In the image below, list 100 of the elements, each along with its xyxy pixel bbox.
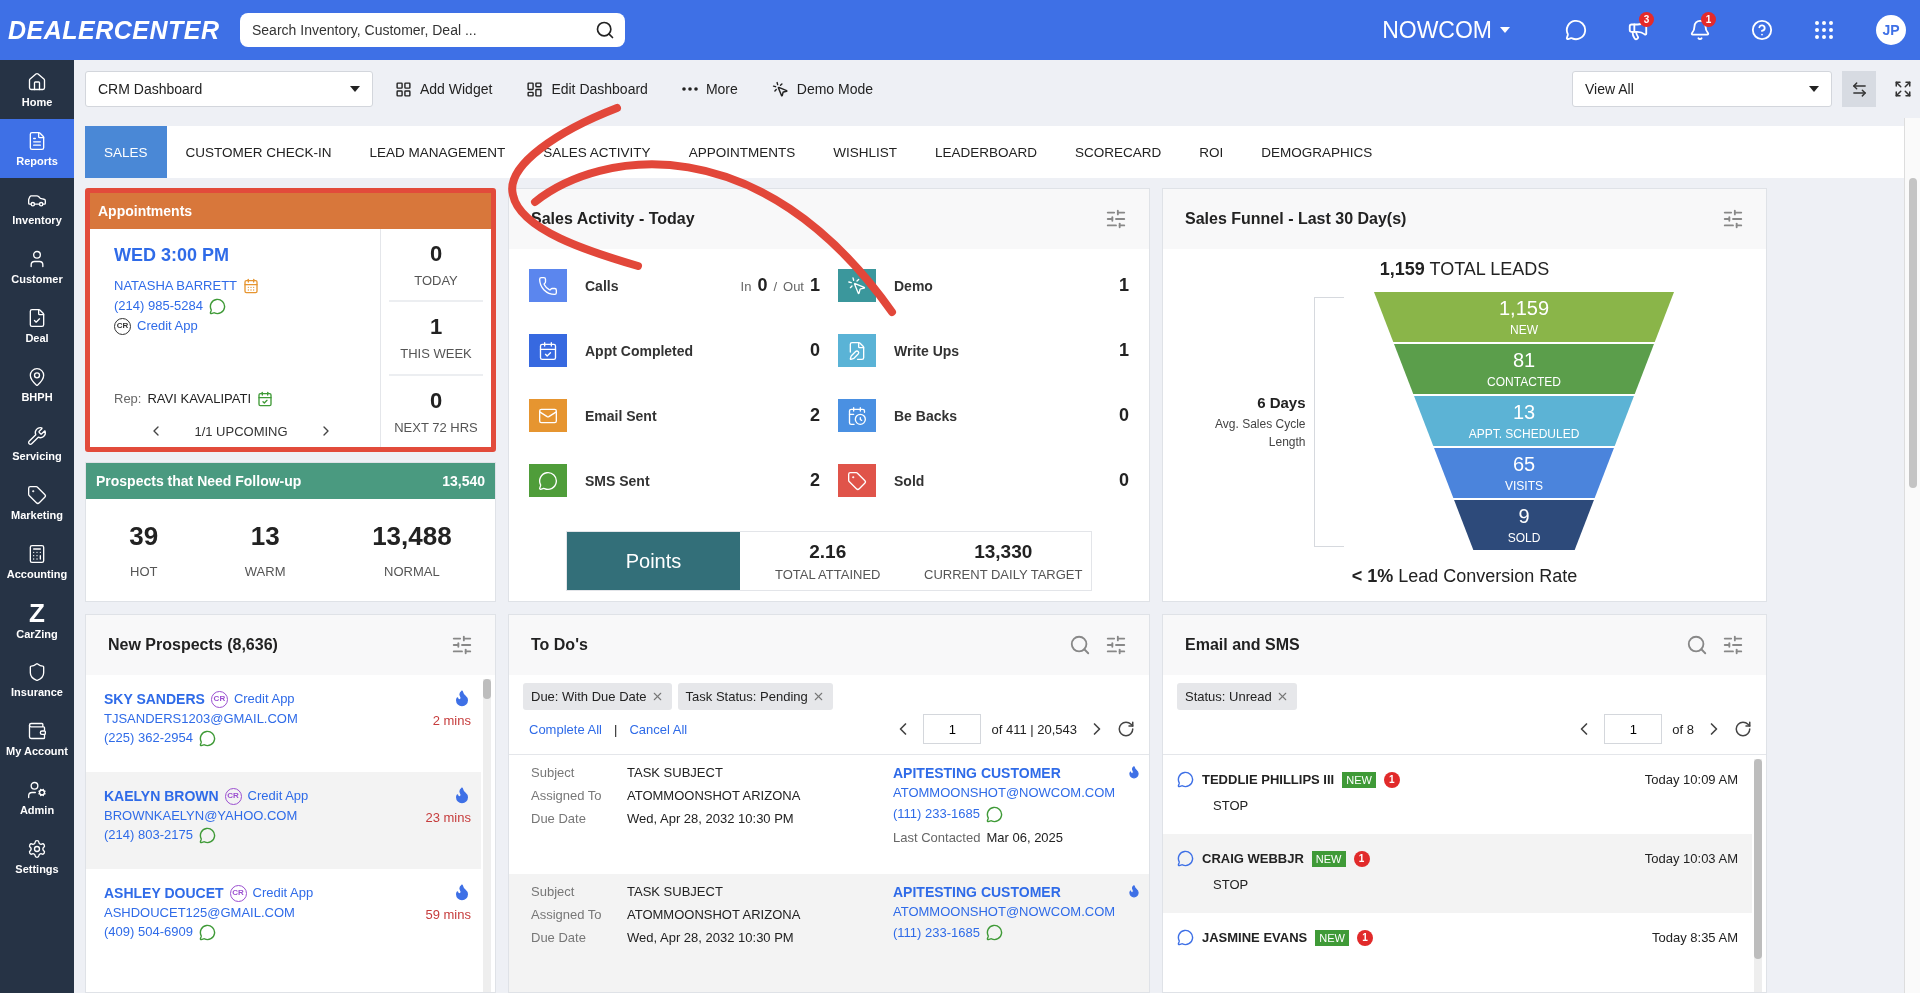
card-title: Appointments [90,193,491,229]
sms-icon[interactable] [1177,850,1194,867]
view-select[interactable]: View All [1572,71,1832,107]
sidebar-item[interactable]: Home [0,60,74,119]
sidebar-item[interactable]: Deal [0,296,74,355]
prospect-name[interactable]: SKY SANDERS [104,689,205,709]
refresh-button[interactable] [1734,720,1752,738]
points-caption: TOTAL ATTAINED [775,566,881,582]
sms-icon[interactable] [198,826,216,844]
sidebar-item[interactable]: Inventory [0,178,74,237]
sms-icon[interactable] [208,297,226,315]
sms-icon[interactable] [986,805,1003,823]
stat-label: TODAY [414,273,458,289]
page-field[interactable]: 1 [923,714,982,744]
tab[interactable]: CUSTOMER CHECK-IN [166,126,351,178]
sidebar-item[interactable]: Accounting [0,532,74,591]
message-row[interactable]: TEDDLIE PHILLIPS III NEW 1 Today 10:09 AM STOP [1163,755,1752,834]
toolbar-button[interactable]: Add Widget [383,71,505,107]
customer-link[interactable]: APITESTING CUSTOMER [893,765,1116,781]
sms-icon[interactable] [1177,771,1194,788]
email-link[interactable]: ATOMMOONSHOT@NOWCOM.COM [893,785,1116,800]
tab[interactable]: SCORECARD [1055,126,1181,178]
prospect-row[interactable]: SKY SANDERS CR Credit App TJSANDERS1203@GMAIL.COM (225) 362-2954 2 mins [86,675,481,772]
company-menu[interactable]: NOWCOM [1376,15,1516,45]
credit-app-link[interactable]: Credit App [233,689,295,709]
sidebar-item[interactable]: Insurance [0,650,74,709]
settings-icon[interactable] [451,634,473,656]
customer-link[interactable]: APITESTING CUSTOMER [893,883,1116,900]
sidebar-item[interactable]: Settings [0,827,74,886]
tab[interactable]: APPOINTMENTS [669,126,815,178]
email-link[interactable]: ATOMMOONSHOT@NOWCOM.COM [893,903,1116,919]
unread-count: 1 [1353,850,1370,867]
sidebar-item[interactable]: Reports [0,119,74,178]
sidebar-item[interactable]: Z CarZing [0,591,74,650]
todo-item[interactable]: Subject TASK SUBJECT Assigned To ATOMMOONSHOT ARIZONA Due Date Wed, Apr 28, 2032 10:30 PM APITESTING CUSTOMER ATOMMOONSHOT@NOWCOM.COM (111) 233-1685 Last Contacted Mar 06, 2025 [509,755,1149,874]
user-avatar[interactable]: JP [1876,15,1906,45]
sms-icon[interactable] [986,924,1003,941]
cycle-value: 6 Days [1257,393,1306,411]
dashboard-select[interactable]: CRM Dashboard [85,71,373,107]
toolbar-button[interactable]: Edit Dashboard [514,71,660,107]
credit-app-link[interactable]: Credit App [247,786,309,806]
phone-link[interactable]: (214) 985-5284 [114,296,203,316]
sidebar-item[interactable]: Admin [0,768,74,827]
appointment-time: WED 3:00 PM [114,245,231,266]
sidebar-item[interactable]: Customer [0,237,74,296]
tab[interactable]: LEAD MANAGEMENT [350,126,525,178]
page-field[interactable]: 1 [1604,714,1663,744]
email-link[interactable]: BROWNKAELYN@YAHOO.COM [104,808,309,823]
tab[interactable]: ROI [1180,126,1243,178]
prospect-row[interactable]: ASHLEY DOUCET CR Credit App ASHDOUCET125@GMAIL.COM (409) 504-6909 59 mins [86,869,481,966]
search-icon[interactable] [1686,634,1708,656]
tab[interactable]: DEMOGRAPHICS [1242,126,1392,178]
cancel-all-link[interactable]: Cancel All [629,721,688,737]
calendar-check-icon[interactable] [257,391,274,407]
field-value: Wed, Apr 28, 2032 10:30 PM [627,811,795,826]
settings-icon[interactable] [1722,634,1744,656]
tab[interactable]: SALES [85,126,167,178]
caret-icon [350,86,360,92]
prospect-name[interactable]: ASHLEY DOUCET [104,883,224,903]
sms-icon[interactable] [198,729,216,747]
credit-app-link[interactable]: Credit App [252,883,314,903]
credit-app-link[interactable]: Credit App [137,316,198,336]
toolbar-button[interactable]: Demo Mode [759,71,886,107]
sidebar-item[interactable]: Servicing [0,414,74,473]
settings-icon[interactable] [1105,208,1127,230]
message-row[interactable]: JASMINE EVANS NEW 1 Today 8:35 AM [1163,913,1752,992]
toolbar-button[interactable]: More [669,71,750,107]
todo-item[interactable]: Subject TASK SUBJECT Assigned To ATOMMOONSHOT ARIZONA Due Date Wed, Apr 28, 2032 10:30 PM APITESTING CUSTOMER ATOMMOONSHOT@NOWCOM.COM (111) 233-1685 [509,873,1149,992]
email-link[interactable]: TJSANDERS1203@GMAIL.COM [104,711,298,726]
calendar-icon[interactable] [243,278,260,294]
sidebar-item[interactable]: My Account [0,709,74,768]
tab[interactable]: SALES ACTIVITY [524,126,670,178]
search-icon[interactable] [1069,634,1091,656]
search-field[interactable]: Search Inventory, Customer, Deal ... [240,13,625,47]
tab[interactable]: WISHLIST [814,126,916,178]
phone-link[interactable]: (111) 233-1685 [893,804,980,824]
customer-link[interactable]: NATASHA BARRETT [114,276,238,296]
prospect-name[interactable]: KAELYN BROWN [104,786,219,806]
settings-icon[interactable] [1722,208,1744,230]
phone-link[interactable]: (111) 233-1685 [893,922,980,943]
sidebar-item[interactable]: BHPH [0,355,74,414]
prospect-row[interactable]: KAELYN BROWN CR Credit App BROWNKAELYN@YAHOO.COM (214) 803-2175 23 mins [86,772,481,869]
announcements-button[interactable]: 3 [1616,10,1660,50]
split-view-button[interactable] [1842,71,1876,107]
refresh-button[interactable] [1117,720,1135,738]
email-link[interactable]: ASHDOUCET125@GMAIL.COM [104,905,314,920]
phone-link[interactable]: (409) 504-6909 [104,922,193,942]
house-icon [27,71,47,92]
complete-all-link[interactable]: Complete All [529,721,602,737]
sms-icon[interactable] [198,923,216,941]
sms-icon[interactable] [1177,929,1194,946]
new-tag: NEW [1315,929,1349,946]
tab[interactable]: LEADERBOARD [915,126,1056,178]
sidebar-item[interactable]: Marketing [0,473,74,532]
separator: / [773,279,777,294]
phone-link[interactable]: (225) 362-2954 [104,728,193,748]
notifications-button[interactable]: 1 [1678,10,1722,50]
message-row[interactable]: CRAIG WEBBJR NEW 1 Today 10:03 AM STOP [1163,834,1752,913]
settings-icon[interactable] [1105,634,1127,656]
phone-link[interactable]: (214) 803-2175 [104,825,193,845]
